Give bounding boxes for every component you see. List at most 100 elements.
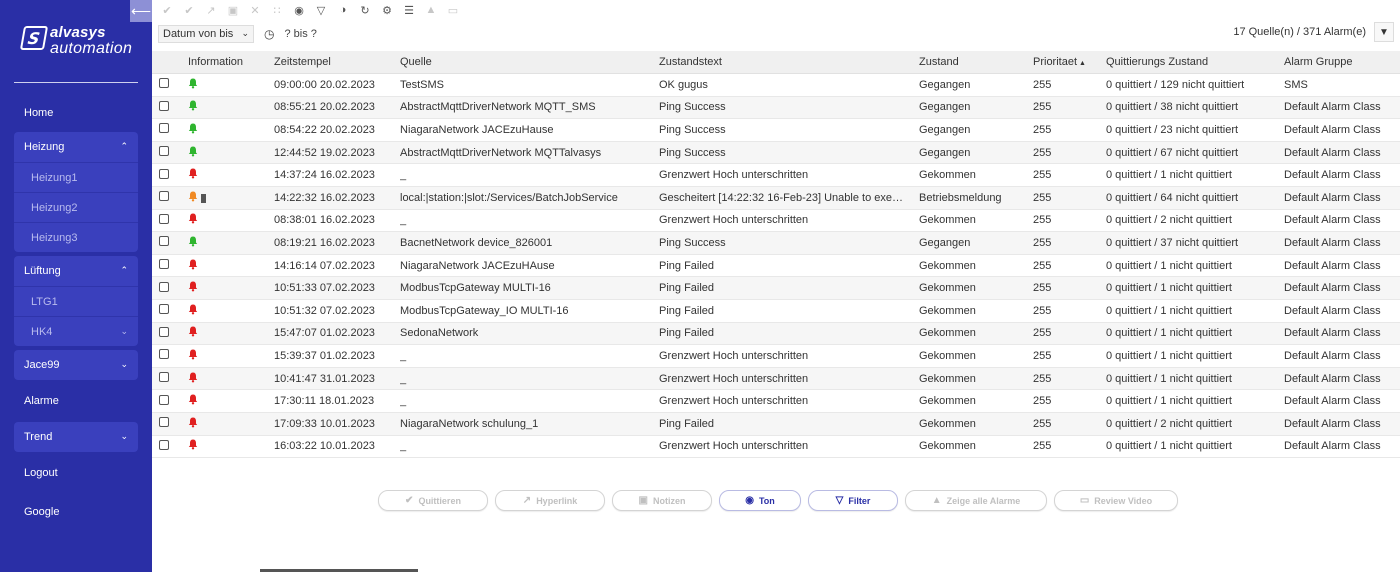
row-checkbox[interactable]: [159, 100, 169, 111]
table-row[interactable]: 15:47:07 01.02.2023 SedonaNetwork Ping F…: [152, 322, 1400, 346]
sidebar-item-lueftung[interactable]: Lüftung ⌃: [14, 256, 138, 286]
review-video-button[interactable]: ▭ Review Video: [1054, 490, 1178, 511]
row-checkbox[interactable]: [159, 349, 169, 360]
row-checkbox[interactable]: [159, 259, 169, 270]
table-row[interactable]: 12:44:52 19.02.2023 AbstractMqttDriverNe…: [152, 141, 1400, 165]
header-ack-state[interactable]: Quittierungs Zustand: [1106, 56, 1284, 68]
chevron-down-icon: ⌄: [120, 359, 128, 369]
sidebar-item-hk4[interactable]: HK4 ⌄: [14, 316, 138, 346]
row-checkbox[interactable]: [159, 78, 169, 89]
hyperlink-button[interactable]: ↗ Hyperlink: [495, 490, 605, 511]
row-checkbox[interactable]: [159, 146, 169, 157]
row-priority: 255: [1033, 327, 1052, 340]
acknowledge-all-icon[interactable]: ✔: [180, 1, 198, 19]
report-icon[interactable]: ☰: [400, 1, 418, 19]
row-checkbox[interactable]: [159, 281, 169, 292]
summary-dropdown-button[interactable]: ▼: [1374, 22, 1394, 42]
header-information[interactable]: Information: [188, 56, 274, 68]
table-row[interactable]: 14:22:32 16.02.2023 local:|station:|slot…: [152, 186, 1400, 210]
sidebar-item-google[interactable]: Google: [14, 497, 138, 527]
row-timestamp: 08:55:21 20.02.2023: [274, 101, 375, 114]
header-alarm-group[interactable]: Alarm Gruppe: [1284, 56, 1400, 68]
date-range-select[interactable]: Datum von bis ⌄: [158, 25, 254, 43]
row-alarm-group: SMS: [1284, 78, 1308, 91]
row-priority: 255: [1033, 146, 1052, 159]
row-checkbox[interactable]: [159, 123, 169, 134]
row-timestamp: 12:44:52 19.02.2023: [274, 146, 375, 159]
table-row[interactable]: 17:09:33 10.01.2023 NiagaraNetwork schul…: [152, 412, 1400, 436]
table-row[interactable]: 10:51:32 07.02.2023 ModbusTcpGateway_IO …: [152, 300, 1400, 323]
row-select: [152, 100, 188, 114]
header-timestamp[interactable]: Zeitstempel: [274, 56, 400, 68]
header-state-text[interactable]: Zustandstext: [659, 56, 919, 68]
notes-icon[interactable]: ▣: [224, 1, 242, 19]
notizen-button[interactable]: ▣ Notizen: [612, 490, 712, 511]
clock-icon[interactable]: ◷: [264, 27, 274, 41]
table-row[interactable]: 14:16:14 07.02.2023 NiagaraNetwork JACEz…: [152, 255, 1400, 278]
refresh-icon[interactable]: ↻: [356, 1, 374, 19]
bell-icon[interactable]: ▲: [422, 1, 440, 19]
zeige-alle-alarme-button[interactable]: ▲ Zeige alle Alarme: [905, 490, 1047, 511]
table-row[interactable]: 10:51:33 07.02.2023 ModbusTcpGateway MUL…: [152, 277, 1400, 300]
sidebar-item-heizung2[interactable]: Heizung2: [14, 192, 138, 222]
table-row[interactable]: 08:38:01 16.02.2023 _ Grenzwert Hoch unt…: [152, 210, 1400, 233]
row-checkbox[interactable]: [159, 168, 169, 179]
alarm-bell-icon: [188, 417, 198, 428]
row-information: [188, 417, 274, 431]
quittieren-button[interactable]: ✔ Quittieren: [378, 490, 488, 511]
sidebar-item-heizung[interactable]: Heizung ⌃: [14, 132, 138, 162]
table-row[interactable]: 15:39:37 01.02.2023 _ Grenzwert Hoch unt…: [152, 345, 1400, 368]
row-priority: 255: [1033, 78, 1052, 91]
row-ack-state: 0 quittiert / 1 nicht quittiert: [1106, 327, 1232, 340]
row-checkbox[interactable]: [159, 213, 169, 224]
filter-icon[interactable]: ▽: [312, 1, 330, 19]
sidebar-item-heizung3[interactable]: Heizung3: [14, 222, 138, 252]
header-priority[interactable]: Prioritaet ▲: [1033, 56, 1106, 68]
acknowledge-icon[interactable]: ✔: [158, 1, 176, 19]
sidebar-item-home[interactable]: Home: [14, 98, 138, 128]
sidebar-item-logout[interactable]: Logout: [14, 458, 138, 488]
row-ack-state: 0 quittiert / 1 nicht quittiert: [1106, 282, 1232, 295]
date-range-text[interactable]: ? bis ?: [284, 28, 316, 40]
table-row[interactable]: 14:37:24 16.02.2023 _ Grenzwert Hoch unt…: [152, 164, 1400, 187]
sound-icon[interactable]: ◉: [290, 1, 308, 19]
header-state[interactable]: Zustand: [919, 56, 1033, 68]
row-checkbox[interactable]: [159, 394, 169, 405]
sidebar-item-heizung1[interactable]: Heizung1: [14, 162, 138, 192]
row-checkbox[interactable]: [159, 326, 169, 337]
table-row[interactable]: 08:54:22 20.02.2023 NiagaraNetwork JACEz…: [152, 119, 1400, 142]
row-checkbox[interactable]: [159, 191, 169, 202]
sort-ascending-icon: ▲: [1079, 60, 1086, 67]
row-checkbox[interactable]: [159, 304, 169, 315]
collapse-sidebar-button[interactable]: ⟵: [130, 0, 152, 22]
sidebar-item-trend[interactable]: Trend ⌄: [14, 422, 138, 452]
ton-button[interactable]: ◉ Ton: [719, 490, 801, 511]
row-alarm-group: Default Alarm Class: [1284, 372, 1381, 385]
unacknowledge-icon[interactable]: ✕: [246, 1, 264, 19]
table-row[interactable]: 17:30:11 18.01.2023 _ Grenzwert Hoch unt…: [152, 390, 1400, 413]
grid-icon[interactable]: ∷: [268, 1, 286, 19]
sidebar-item-alarme[interactable]: Alarme: [14, 386, 138, 416]
row-alarm-group: Default Alarm Class: [1284, 440, 1381, 453]
hyperlink-icon[interactable]: ↗: [202, 1, 220, 19]
sidebar: ⟵ S alvasys automation Home Heizung ⌃ Hei…: [0, 0, 152, 572]
row-state: Gekommen: [919, 327, 976, 340]
filter-button[interactable]: ▽ Filter: [808, 490, 898, 511]
row-checkbox[interactable]: [159, 439, 169, 450]
table-row[interactable]: 08:19:21 16.02.2023 BacnetNetwork device…: [152, 232, 1400, 255]
table-row[interactable]: 09:00:00 20.02.2023 TestSMS OK gugus Geg…: [152, 74, 1400, 97]
table-row[interactable]: 16:03:22 10.01.2023 _ Grenzwert Hoch unt…: [152, 436, 1400, 459]
row-checkbox[interactable]: [159, 417, 169, 428]
volume-icon[interactable]: ◑: [334, 1, 352, 19]
settings-icon[interactable]: ⚙: [378, 1, 396, 19]
table-row[interactable]: 10:41:47 31.01.2023 _ Grenzwert Hoch unt…: [152, 367, 1400, 391]
row-timestamp: 14:22:32 16.02.2023: [274, 191, 375, 204]
row-checkbox[interactable]: [159, 236, 169, 247]
table-row[interactable]: 08:55:21 20.02.2023 AbstractMqttDriverNe…: [152, 96, 1400, 120]
sidebar-item-ltg1[interactable]: LTG1: [14, 286, 138, 316]
row-priority: 255: [1033, 191, 1052, 204]
sidebar-item-jace99[interactable]: Jace99 ⌄: [14, 350, 138, 380]
header-source[interactable]: Quelle: [400, 56, 659, 68]
video-icon[interactable]: ▭: [444, 1, 462, 19]
row-checkbox[interactable]: [159, 372, 169, 383]
